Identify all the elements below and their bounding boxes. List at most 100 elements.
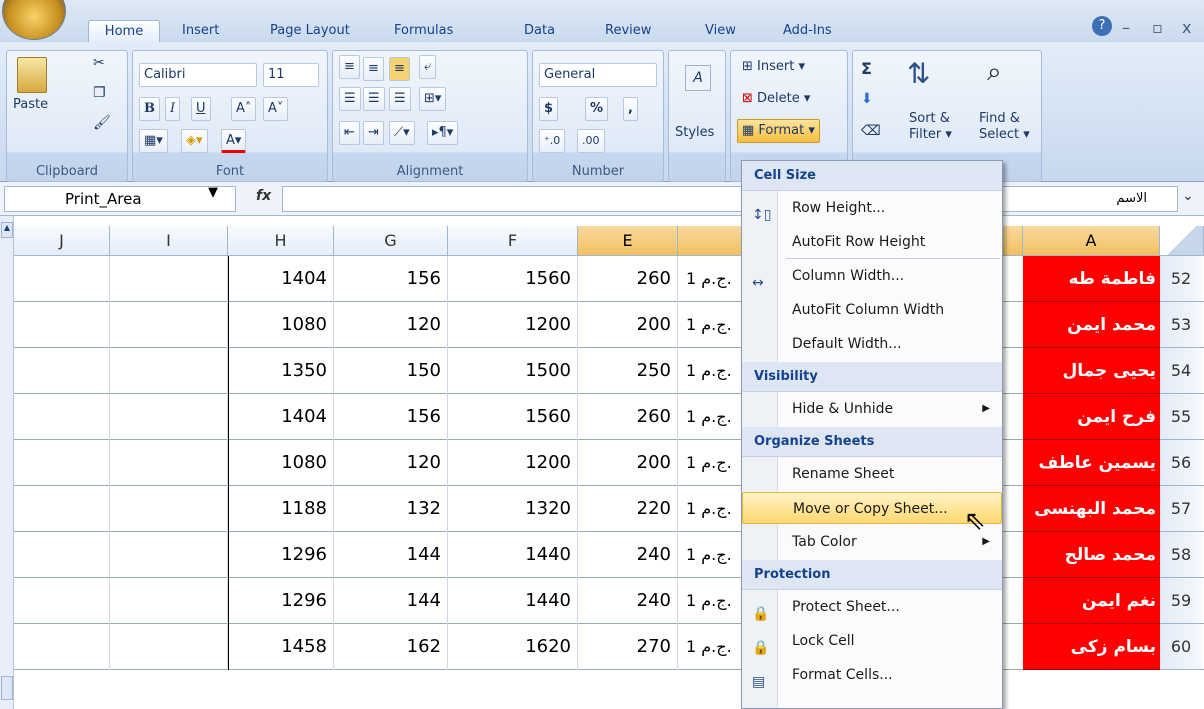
align-top-icon[interactable]: ≡ [339,55,360,79]
cell-e[interactable]: 200 [578,440,678,486]
cell-g[interactable]: 144 [334,578,448,624]
menu-item-tab-color[interactable]: Tab Color ▶ [742,526,1002,558]
cell-f[interactable]: 1500 [448,348,578,394]
italic-button[interactable]: I [165,97,181,121]
paste-button[interactable]: Paste [13,97,48,112]
menu-item-autofit-column-width[interactable]: AutoFit Column Width [742,294,1002,326]
cell-d[interactable]: 1 ج.م. [678,486,742,532]
cell-h[interactable]: 1080 [228,302,334,348]
row-header[interactable]: 53 [1160,302,1202,348]
wrap-text-icon[interactable]: ⤶ [419,55,437,79]
font-color-icon[interactable]: A▾ [221,129,247,153]
cell-e[interactable]: 250 [578,348,678,394]
cell-g[interactable]: 120 [334,302,448,348]
cell-e[interactable]: 240 [578,532,678,578]
cell-e[interactable]: 260 [578,256,678,302]
cell-d[interactable]: 1 ج.م. [678,302,742,348]
cell-a-name[interactable]: يحيى جمال [1023,348,1160,394]
styles-icon[interactable]: A [685,65,711,91]
cell-e[interactable]: 200 [578,302,678,348]
expand-formula-bar-icon[interactable]: ⌄ [1182,188,1194,204]
row-header[interactable]: 56 [1160,440,1202,486]
restore-button[interactable]: ▫ [1152,18,1163,37]
col-header-h[interactable]: H [228,226,334,256]
cell-g[interactable]: 150 [334,348,448,394]
insert-function-button[interactable]: fx [256,188,271,204]
cell-i[interactable] [110,256,228,302]
cell-g[interactable]: 156 [334,256,448,302]
font-name-select[interactable]: Calibri [139,63,257,87]
cell-e[interactable]: 240 [578,578,678,624]
row-header[interactable]: 59 [1160,578,1202,624]
decrease-indent-icon[interactable]: ⇤ [339,121,360,145]
currency-button[interactable]: $ [539,97,559,121]
cell-g[interactable]: 132 [334,486,448,532]
tab-add-ins[interactable]: Add-Ins [783,20,832,42]
cell-d[interactable]: 1 ج.م. [678,394,742,440]
vertical-scrollbar[interactable]: ▲ [0,216,14,709]
cell-a-name[interactable]: محمد صالح [1023,532,1160,578]
fill-color-icon[interactable]: ◈▾ [181,129,208,153]
increase-indent-icon[interactable]: ⇥ [363,121,384,145]
cell-i[interactable] [110,440,228,486]
cell-i[interactable] [110,302,228,348]
cell-j[interactable] [14,348,110,394]
cell-h[interactable]: 1188 [228,486,334,532]
increase-decimal-icon[interactable]: ⁺.0 [539,129,566,153]
cell-d[interactable]: 1 ج.م. [678,624,742,670]
autosum-button[interactable]: Σ [861,59,872,78]
cell-h[interactable]: 1458 [228,624,334,670]
formula-input[interactable]: الاسم [282,186,1178,212]
styles-button[interactable]: Styles [675,125,714,140]
sort-filter-icon[interactable]: ⇅ [907,57,930,90]
cell-a-name[interactable]: بسام زكى [1023,624,1160,670]
menu-item-move-or-copy-sheet[interactable]: Move or Copy Sheet... [742,492,1002,524]
cell-j[interactable] [14,440,110,486]
cell-f[interactable]: 1560 [448,394,578,440]
tab-formulas[interactable]: Formulas [394,20,453,42]
comma-button[interactable]: , [623,97,638,121]
cell-f[interactable]: 1440 [448,532,578,578]
align-middle-icon[interactable]: ≡ [363,57,384,81]
cell-f[interactable]: 1560 [448,256,578,302]
clear-icon[interactable]: ⌫ [861,123,881,139]
cell-d[interactable]: 1 ج.م. [678,440,742,486]
menu-item-protect-sheet[interactable]: 🔒 Protect Sheet... [742,591,1002,623]
menu-item-hide-unhide[interactable]: Hide & Unhide ▶ [742,393,1002,425]
col-header-a[interactable]: A [1023,226,1160,256]
row-header[interactable]: 57 [1160,486,1202,532]
menu-item-format-cells[interactable]: ▤ Format Cells... [742,659,1002,691]
binoculars-icon[interactable]: ⌕ [987,57,1002,88]
delete-cells-button[interactable]: ⊠ Delete ▾ [737,87,815,111]
cell-f[interactable]: 1200 [448,440,578,486]
cell-h[interactable]: 1350 [228,348,334,394]
cell-h[interactable]: 1080 [228,440,334,486]
cell-i[interactable] [110,532,228,578]
fill-icon[interactable]: ⬇ [861,91,873,107]
bold-button[interactable]: B [139,97,160,121]
cell-f[interactable]: 1620 [448,624,578,670]
format-painter-icon[interactable]: 🖌 [93,115,111,131]
align-right-icon[interactable]: ☰ [389,87,411,111]
menu-item-column-width[interactable]: ↔ Column Width... [742,260,1002,292]
help-icon[interactable]: ? [1092,16,1112,36]
tab-view[interactable]: View [705,20,736,42]
col-header-j[interactable]: J [14,226,110,256]
name-box[interactable]: Print_Area [4,186,236,212]
borders-icon[interactable]: ▦▾ [139,129,168,153]
col-header-f[interactable]: F [448,226,578,256]
menu-item-autofit-row-height[interactable]: AutoFit Row Height [742,226,1002,258]
cell-a-name[interactable]: فرح ايمن [1023,394,1160,440]
cell-e[interactable]: 270 [578,624,678,670]
tab-page-layout[interactable]: Page Layout [270,20,350,42]
cell-j[interactable] [14,486,110,532]
row-header[interactable]: 58 [1160,532,1202,578]
grow-font-icon[interactable]: A˄ [231,97,257,121]
align-left-icon[interactable]: ☰ [339,87,361,111]
select-all-corner[interactable] [1160,226,1204,256]
sort-filter-button[interactable]: Sort & Filter ▾ [909,111,952,143]
shrink-font-icon[interactable]: A˅ [263,97,289,121]
text-direction-icon[interactable]: ▸¶▾ [427,121,459,145]
cell-a-name[interactable]: محمد ايمن [1023,302,1160,348]
cell-j[interactable] [14,532,110,578]
